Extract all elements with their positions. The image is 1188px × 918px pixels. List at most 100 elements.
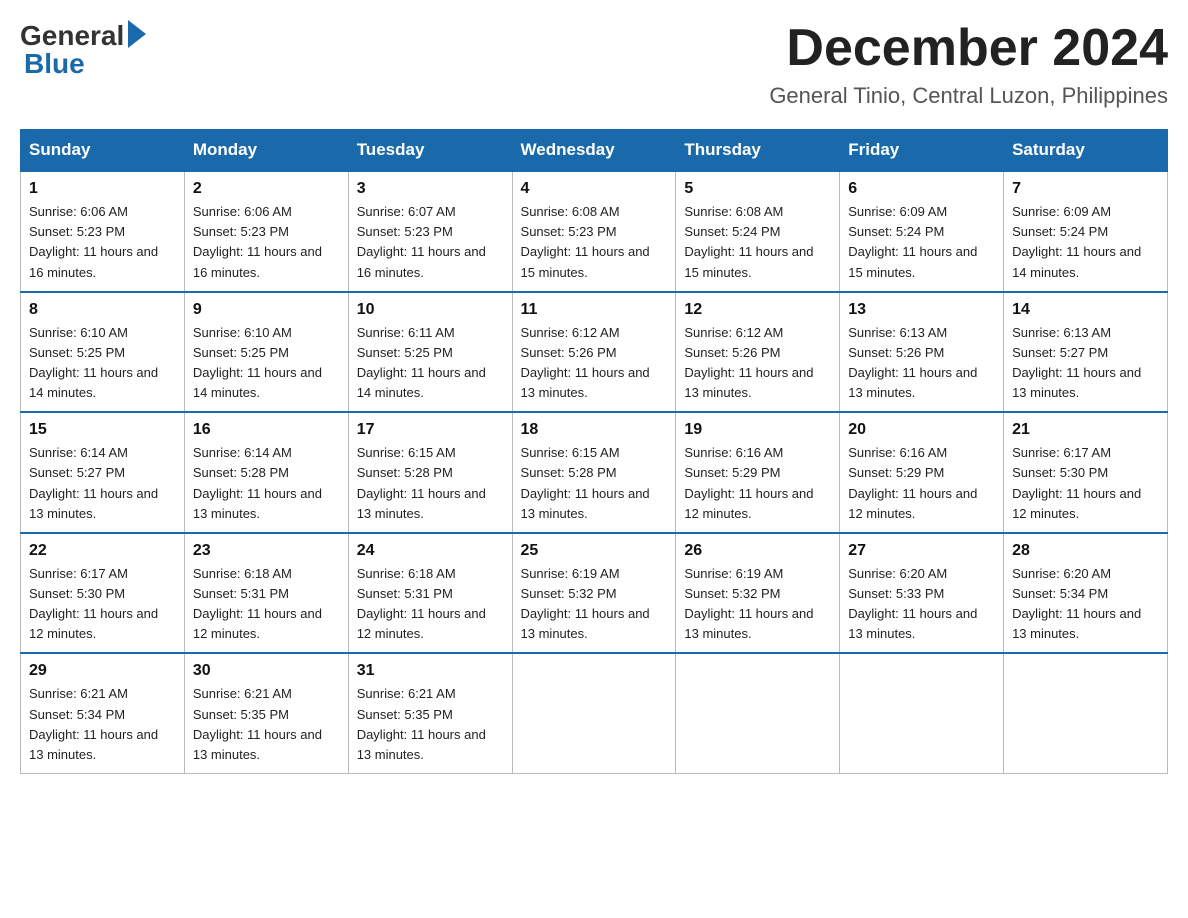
day-info: Sunrise: 6:09 AMSunset: 5:24 PMDaylight:… (1012, 202, 1159, 283)
day-number: 9 (193, 301, 340, 319)
calendar-day-cell (840, 653, 1004, 773)
calendar-day-cell: 31 Sunrise: 6:21 AMSunset: 5:35 PMDayligh… (348, 653, 512, 773)
calendar-table: SundayMondayTuesdayWednesdayThursdayFrid… (20, 129, 1168, 774)
calendar-day-cell: 16 Sunrise: 6:14 AMSunset: 5:28 PMDayligh… (184, 412, 348, 533)
calendar-day-cell: 27 Sunrise: 6:20 AMSunset: 5:33 PMDayligh… (840, 533, 1004, 654)
calendar-week-row: 15 Sunrise: 6:14 AMSunset: 5:27 PMDayligh… (21, 412, 1168, 533)
day-number: 27 (848, 542, 995, 560)
calendar-day-cell: 18Sunrise: 6:15 AMSunset: 5:28 PMDayligh… (512, 412, 676, 533)
day-number: 16 (193, 421, 340, 439)
day-number: 17 (357, 421, 504, 439)
day-info: Sunrise: 6:18 AMSunset: 5:31 PMDaylight:… (193, 564, 340, 645)
calendar-day-cell: 13 Sunrise: 6:13 AMSunset: 5:26 PMDayligh… (840, 292, 1004, 413)
calendar-header-cell: Tuesday (348, 130, 512, 172)
day-info: Sunrise: 6:10 AMSunset: 5:25 PMDaylight:… (29, 323, 176, 404)
calendar-day-cell: 23 Sunrise: 6:18 AMSunset: 5:31 PMDayligh… (184, 533, 348, 654)
day-info: Sunrise: 6:19 AMSunset: 5:32 PMDaylight:… (684, 564, 831, 645)
calendar-day-cell (512, 653, 676, 773)
calendar-day-cell: 20 Sunrise: 6:16 AMSunset: 5:29 PMDayligh… (840, 412, 1004, 533)
day-number: 14 (1012, 301, 1159, 319)
day-info: Sunrise: 6:19 AMSunset: 5:32 PMDaylight:… (521, 564, 668, 645)
calendar-day-cell: 4 Sunrise: 6:08 AMSunset: 5:23 PMDaylight… (512, 171, 676, 292)
day-info: Sunrise: 6:14 AMSunset: 5:27 PMDaylight:… (29, 443, 176, 524)
calendar-day-cell: 30 Sunrise: 6:21 AMSunset: 5:35 PMDayligh… (184, 653, 348, 773)
calendar-header-row: SundayMondayTuesdayWednesdayThursdayFrid… (21, 130, 1168, 172)
day-info: Sunrise: 6:20 AMSunset: 5:34 PMDaylight:… (1012, 564, 1159, 645)
day-number: 30 (193, 662, 340, 680)
day-number: 24 (357, 542, 504, 560)
day-number: 23 (193, 542, 340, 560)
day-info: Sunrise: 6:13 AMSunset: 5:27 PMDaylight:… (1012, 323, 1159, 404)
day-number: 12 (684, 301, 831, 319)
calendar-day-cell: 10Sunrise: 6:11 AMSunset: 5:25 PMDayligh… (348, 292, 512, 413)
calendar-day-cell: 1Sunrise: 6:06 AMSunset: 5:23 PMDaylight… (21, 171, 185, 292)
calendar-header-cell: Friday (840, 130, 1004, 172)
calendar-week-row: 29 Sunrise: 6:21 AMSunset: 5:34 PMDayligh… (21, 653, 1168, 773)
day-info: Sunrise: 6:07 AMSunset: 5:23 PMDaylight:… (357, 202, 504, 283)
calendar-week-row: 8 Sunrise: 6:10 AMSunset: 5:25 PMDaylight… (21, 292, 1168, 413)
day-info: Sunrise: 6:11 AMSunset: 5:25 PMDaylight:… (357, 323, 504, 404)
calendar-day-cell: 24 Sunrise: 6:18 AMSunset: 5:31 PMDayligh… (348, 533, 512, 654)
logo: General Blue (20, 20, 146, 80)
day-info: Sunrise: 6:18 AMSunset: 5:31 PMDaylight:… (357, 564, 504, 645)
day-info: Sunrise: 6:17 AMSunset: 5:30 PMDaylight:… (29, 564, 176, 645)
calendar-day-cell: 8 Sunrise: 6:10 AMSunset: 5:25 PMDaylight… (21, 292, 185, 413)
day-info: Sunrise: 6:14 AMSunset: 5:28 PMDaylight:… (193, 443, 340, 524)
calendar-day-cell (676, 653, 840, 773)
day-number: 20 (848, 421, 995, 439)
calendar-header-cell: Monday (184, 130, 348, 172)
day-info: Sunrise: 6:08 AMSunset: 5:24 PMDaylight:… (684, 202, 831, 283)
day-info: Sunrise: 6:20 AMSunset: 5:33 PMDaylight:… (848, 564, 995, 645)
day-info: Sunrise: 6:12 AMSunset: 5:26 PMDaylight:… (684, 323, 831, 404)
logo-arrow-icon (128, 20, 146, 48)
calendar-week-row: 22Sunrise: 6:17 AMSunset: 5:30 PMDayligh… (21, 533, 1168, 654)
calendar-day-cell: 12 Sunrise: 6:12 AMSunset: 5:26 PMDayligh… (676, 292, 840, 413)
day-info: Sunrise: 6:09 AMSunset: 5:24 PMDaylight:… (848, 202, 995, 283)
day-number: 13 (848, 301, 995, 319)
day-number: 3 (357, 180, 504, 198)
day-number: 18 (521, 421, 668, 439)
day-number: 19 (684, 421, 831, 439)
day-number: 21 (1012, 421, 1159, 439)
location-title: General Tinio, Central Luzon, Philippine… (769, 83, 1168, 109)
calendar-week-row: 1Sunrise: 6:06 AMSunset: 5:23 PMDaylight… (21, 171, 1168, 292)
day-info: Sunrise: 6:10 AMSunset: 5:25 PMDaylight:… (193, 323, 340, 404)
day-number: 26 (684, 542, 831, 560)
day-info: Sunrise: 6:06 AMSunset: 5:23 PMDaylight:… (193, 202, 340, 283)
calendar-day-cell: 22Sunrise: 6:17 AMSunset: 5:30 PMDayligh… (21, 533, 185, 654)
day-number: 6 (848, 180, 995, 198)
day-info: Sunrise: 6:06 AMSunset: 5:23 PMDaylight:… (29, 202, 176, 283)
day-info: Sunrise: 6:21 AMSunset: 5:35 PMDaylight:… (193, 684, 340, 765)
month-title: December 2024 (769, 20, 1168, 77)
day-number: 8 (29, 301, 176, 319)
calendar-header-cell: Wednesday (512, 130, 676, 172)
day-number: 15 (29, 421, 176, 439)
page-header: General Blue December 2024 General Tinio… (20, 20, 1168, 109)
calendar-day-cell: 7 Sunrise: 6:09 AMSunset: 5:24 PMDaylight… (1004, 171, 1168, 292)
day-info: Sunrise: 6:15 AMSunset: 5:28 PMDaylight:… (357, 443, 504, 524)
calendar-day-cell: 21Sunrise: 6:17 AMSunset: 5:30 PMDayligh… (1004, 412, 1168, 533)
calendar-header-cell: Thursday (676, 130, 840, 172)
day-info: Sunrise: 6:08 AMSunset: 5:23 PMDaylight:… (521, 202, 668, 283)
calendar-day-cell: 29 Sunrise: 6:21 AMSunset: 5:34 PMDayligh… (21, 653, 185, 773)
day-info: Sunrise: 6:16 AMSunset: 5:29 PMDaylight:… (684, 443, 831, 524)
day-number: 29 (29, 662, 176, 680)
title-section: December 2024 General Tinio, Central Luz… (769, 20, 1168, 109)
calendar-day-cell: 15 Sunrise: 6:14 AMSunset: 5:27 PMDayligh… (21, 412, 185, 533)
day-number: 28 (1012, 542, 1159, 560)
calendar-day-cell: 2Sunrise: 6:06 AMSunset: 5:23 PMDaylight… (184, 171, 348, 292)
day-info: Sunrise: 6:16 AMSunset: 5:29 PMDaylight:… (848, 443, 995, 524)
day-info: Sunrise: 6:12 AMSunset: 5:26 PMDaylight:… (521, 323, 668, 404)
calendar-body: 1Sunrise: 6:06 AMSunset: 5:23 PMDaylight… (21, 171, 1168, 773)
day-number: 25 (521, 542, 668, 560)
calendar-day-cell (1004, 653, 1168, 773)
day-number: 4 (521, 180, 668, 198)
calendar-day-cell: 17 Sunrise: 6:15 AMSunset: 5:28 PMDayligh… (348, 412, 512, 533)
day-info: Sunrise: 6:21 AMSunset: 5:35 PMDaylight:… (357, 684, 504, 765)
calendar-header-cell: Sunday (21, 130, 185, 172)
day-number: 7 (1012, 180, 1159, 198)
day-number: 31 (357, 662, 504, 680)
day-info: Sunrise: 6:21 AMSunset: 5:34 PMDaylight:… (29, 684, 176, 765)
calendar-day-cell: 28 Sunrise: 6:20 AMSunset: 5:34 PMDayligh… (1004, 533, 1168, 654)
day-info: Sunrise: 6:13 AMSunset: 5:26 PMDaylight:… (848, 323, 995, 404)
